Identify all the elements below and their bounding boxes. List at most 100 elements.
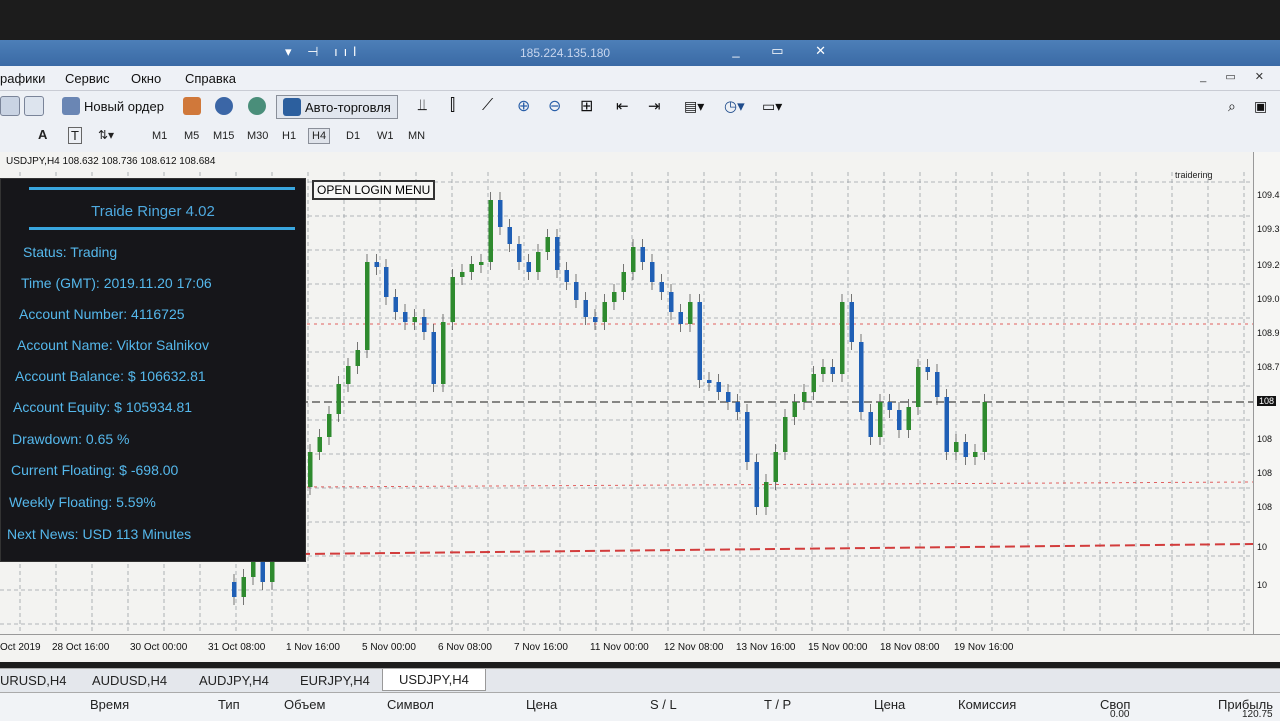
main-toolbar: Новый ордер Авто-торговля ⫫ ⫿ ⟋ ⊕ ⊖ ⊞ ⇤ …	[0, 91, 1280, 123]
time-tick: Oct 2019	[0, 642, 41, 653]
zoom-in-icon[interactable]: ⊕	[517, 95, 530, 117]
time-tick: 13 Nov 16:00	[736, 642, 796, 653]
candle-body	[507, 227, 512, 244]
candle-body	[859, 342, 864, 412]
time-axis[interactable]: Oct 2019 28 Oct 16:00 30 Oct 00:00 31 Oc…	[0, 634, 1280, 662]
symbol-header: USDJPY,H4 108.632 108.736 108.612 108.68…	[6, 156, 216, 167]
arrows-tool-icon[interactable]: ⇅▾	[98, 128, 114, 142]
tf-w1[interactable]: W1	[377, 130, 394, 142]
open-login-menu-button[interactable]: OPEN LOGIN MENU	[312, 180, 436, 200]
tab-usdjpy[interactable]: USDJPY,H4	[382, 669, 486, 691]
price-chart[interactable]: USDJPY,H4 108.632 108.736 108.612 108.68…	[0, 152, 1280, 662]
time-tick: 19 Nov 16:00	[954, 642, 1014, 653]
candle-body	[317, 437, 322, 452]
time-tick: 28 Oct 16:00	[52, 642, 110, 653]
tf-m30[interactable]: M30	[247, 130, 268, 142]
candle-body	[925, 367, 930, 372]
info-panel: Traide Ringer 4.02 Status: Trading Time …	[0, 178, 306, 562]
price-tick: 109.065	[1257, 294, 1280, 304]
col-price[interactable]: Цена	[526, 697, 557, 712]
market-icon[interactable]	[248, 95, 270, 117]
bar-chart-icon[interactable]: ⫫	[418, 95, 427, 117]
candle-body	[726, 392, 731, 402]
tf-mn[interactable]: MN	[408, 130, 425, 142]
candle-body	[517, 244, 522, 262]
tab-audjpy[interactable]: AUDJPY,H4	[199, 673, 269, 688]
candle-body	[403, 312, 408, 322]
price-axis[interactable]: 109.470 109.335 109.200 109.065 108.9 10…	[1253, 152, 1280, 662]
candle-body	[840, 302, 845, 374]
candle-body	[678, 312, 683, 324]
chart-tabs: URUSD,H4 AUDUSD,H4 AUDJPY,H4 EURJPY,H4 U…	[0, 668, 1280, 693]
tf-m5[interactable]: M5	[184, 130, 199, 142]
candle-body	[650, 262, 655, 282]
candle-body	[602, 302, 607, 322]
candlestick-icon[interactable]: ⫿	[450, 95, 455, 117]
time-tick: 15 Nov 00:00	[808, 642, 868, 653]
candle-body	[792, 402, 797, 417]
new-order-button[interactable]: Новый ордер	[62, 95, 164, 117]
profit-value: 120.75	[1242, 709, 1273, 720]
mdi-controls[interactable]: _ ▭ ✕	[1200, 70, 1272, 83]
candle-body	[374, 262, 379, 267]
chart-shift-icon[interactable]: ⇤	[616, 95, 629, 117]
tf-m15[interactable]: M15	[213, 130, 234, 142]
candle-body	[821, 367, 826, 374]
tf-h4[interactable]: H4	[308, 128, 331, 144]
new-order-icon	[62, 97, 80, 115]
candle-body	[802, 392, 807, 402]
chart-icon[interactable]	[0, 95, 24, 117]
line-chart-icon[interactable]: ⟋	[482, 95, 493, 117]
menu-help[interactable]: Справка	[185, 71, 236, 86]
candle-body	[688, 302, 693, 324]
panel-title-rule	[29, 227, 295, 230]
auto-scroll-icon[interactable]: ⇥	[648, 95, 661, 117]
menu-charts[interactable]: рафики	[0, 71, 45, 86]
zoom-out-icon[interactable]: ⊖	[548, 95, 561, 117]
text-tool-icon[interactable]: A	[38, 127, 47, 142]
menu-window[interactable]: Окно	[131, 71, 161, 86]
price-tick: 109.200	[1257, 260, 1280, 270]
time-tick: 31 Oct 08:00	[208, 642, 266, 653]
col-price-current[interactable]: Цена	[874, 697, 905, 712]
templates-icon[interactable]: ▭▾	[762, 95, 782, 117]
col-commission[interactable]: Комиссия	[958, 697, 1016, 712]
auto-trading-button[interactable]: Авто-торговля	[276, 95, 398, 119]
candle-body	[355, 350, 360, 366]
tab-eurusd[interactable]: URUSD,H4	[0, 673, 66, 688]
tab-audusd[interactable]: AUDUSD,H4	[92, 673, 167, 688]
candle-body	[365, 262, 370, 350]
tab-eurjpy[interactable]: EURJPY,H4	[300, 673, 370, 688]
col-volume[interactable]: Объем	[284, 697, 325, 712]
time-tick: 11 Nov 00:00	[590, 642, 649, 653]
col-time[interactable]: Время	[90, 697, 129, 712]
navigator-icon[interactable]	[24, 95, 48, 117]
tf-h1[interactable]: H1	[282, 130, 296, 142]
candle-body	[906, 407, 911, 430]
price-tick: 109.335	[1257, 224, 1280, 234]
candle-body	[764, 482, 769, 507]
tile-windows-icon[interactable]: ⊞	[580, 95, 593, 117]
window-controls[interactable]: _ ▭ ✕	[732, 43, 840, 59]
tf-m1[interactable]: M1	[152, 130, 167, 142]
quick-access-toolbar[interactable]: ▾ ⊣ ııl	[285, 44, 362, 60]
text-label-tool-icon[interactable]: T	[68, 127, 82, 144]
chat-icon[interactable]: ▣	[1254, 95, 1267, 117]
signals-icon[interactable]	[215, 95, 237, 117]
col-tp[interactable]: T / P	[764, 697, 791, 712]
periods-icon[interactable]: ◷▾	[724, 95, 745, 117]
col-symbol[interactable]: Символ	[387, 697, 434, 712]
col-type[interactable]: Тип	[218, 697, 240, 712]
col-sl[interactable]: S / L	[650, 697, 677, 712]
next-news-text: Next News: USD 113 Minutes	[7, 526, 192, 542]
new-order-label: Новый ордер	[84, 98, 164, 114]
status-text: Status: Trading	[23, 244, 118, 260]
menu-service[interactable]: Сервис	[65, 71, 110, 86]
indicators-icon[interactable]: ▤▾	[684, 95, 704, 117]
timeframe-toolbar: A T ⇅▾ M1 M5 M15 M30 H1 H4 D1 W1 MN	[0, 122, 1280, 153]
tf-d1[interactable]: D1	[346, 130, 360, 142]
candle-body	[868, 412, 873, 437]
expert-icon[interactable]	[183, 95, 205, 117]
search-icon[interactable]: ⌕	[1228, 95, 1236, 117]
candle-body	[669, 292, 674, 312]
